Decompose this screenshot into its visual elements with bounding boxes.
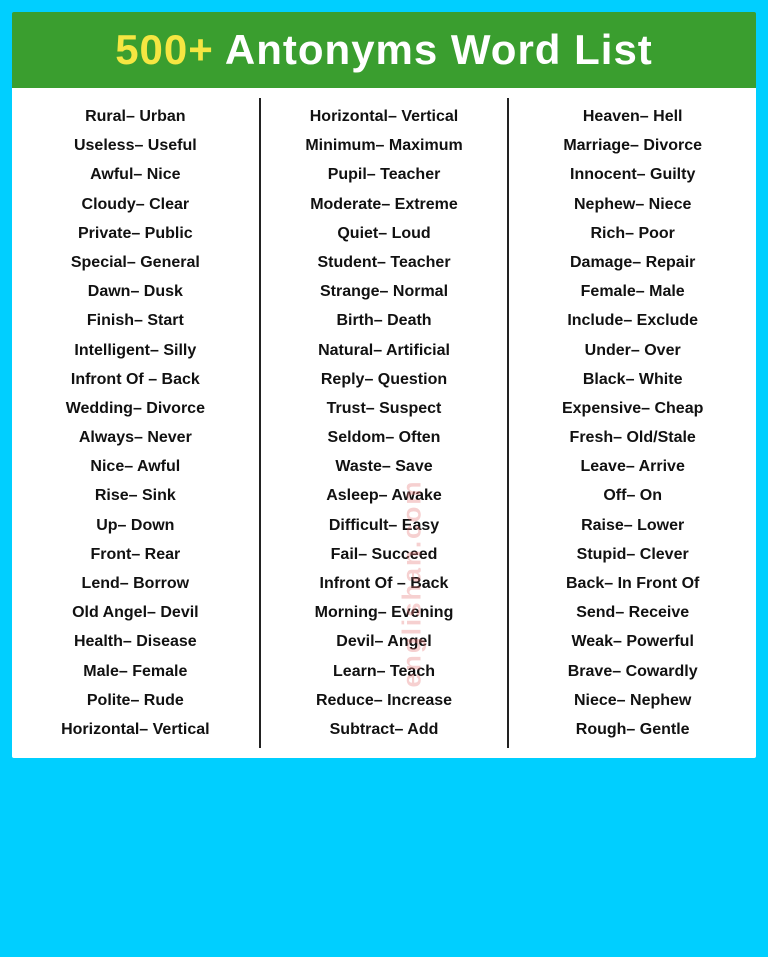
word-pair: Intelligent– Silly [74,336,196,365]
word-pair: Trust– Suspect [327,394,442,423]
word-pair: Infront Of – Back [320,569,449,598]
word-pair: Marriage– Divorce [563,131,702,160]
word-pair: Fresh– Old/Stale [570,423,696,452]
word-pair: Horizontal– Vertical [310,102,459,131]
word-pair: Difficult– Easy [329,511,439,540]
content-area: Rural– UrbanUseless– UsefulAwful– NiceCl… [12,88,756,758]
word-pair: Reply– Question [321,365,447,394]
word-pair: Morning– Evening [315,598,454,627]
word-pair: Infront Of – Back [71,365,200,394]
word-pair: Quiet– Loud [337,219,430,248]
page-title: 500+ Antonyms Word List [22,26,746,74]
word-pair: Nephew– Niece [574,190,691,219]
word-pair: Asleep– Awake [326,481,442,510]
word-pair: Dawn– Dusk [88,277,183,306]
word-pair: Send– Receive [576,598,689,627]
word-pair: Expensive– Cheap [562,394,703,423]
word-pair: Niece– Nephew [574,686,691,715]
word-pair: Strange– Normal [320,277,448,306]
column-3: Heaven– HellMarriage– DivorceInnocent– G… [509,98,756,748]
word-pair: Rural– Urban [85,102,185,131]
word-pair: Seldom– Often [328,423,441,452]
word-pair: Polite– Rude [87,686,184,715]
word-pair: Special– General [71,248,200,277]
word-pair: Include– Exclude [567,306,698,335]
word-pair: Horizontal– Vertical [61,715,210,744]
word-pair: Finish– Start [87,306,184,335]
word-pair: Brave– Cowardly [568,657,698,686]
word-pair: Stupid– Clever [577,540,689,569]
word-pair: Reduce– Increase [316,686,452,715]
word-pair: Leave– Arrive [580,452,684,481]
word-pair: Damage– Repair [570,248,695,277]
word-pair: Old Angel– Devil [72,598,199,627]
word-pair: Awful– Nice [90,160,180,189]
word-pair: Subtract– Add [330,715,439,744]
word-pair: Cloudy– Clear [82,190,190,219]
word-pair: Up– Down [96,511,174,540]
word-pair: Lend– Borrow [82,569,190,598]
column-2: Horizontal– VerticalMinimum– MaximumPupi… [261,98,510,748]
word-pair: Useless– Useful [74,131,197,160]
word-pair: Fail– Succeed [331,540,438,569]
word-pair: Birth– Death [336,306,431,335]
word-pair: Health– Disease [74,627,197,656]
word-pair: Moderate– Extreme [310,190,458,219]
word-pair: Black– White [583,365,683,394]
word-pair: Waste– Save [335,452,432,481]
word-pair: Minimum– Maximum [305,131,462,160]
word-pair: Back– In Front Of [566,569,699,598]
title-rest: Antonyms Word List [214,26,653,73]
content-wrapper: Rural– UrbanUseless– UsefulAwful– NiceCl… [12,88,756,758]
word-pair: Pupil– Teacher [328,160,441,189]
word-pair: Nice– Awful [90,452,180,481]
word-pair: Rich– Poor [590,219,674,248]
word-pair: Weak– Powerful [571,627,693,656]
outer-container: 500+ Antonyms Word List Rural– UrbanUsel… [8,8,760,762]
word-pair: Heaven– Hell [583,102,683,131]
word-pair: Natural– Artificial [318,336,450,365]
word-pair: Rough– Gentle [576,715,690,744]
word-pair: Raise– Lower [581,511,684,540]
word-pair: Private– Public [78,219,193,248]
column-1: Rural– UrbanUseless– UsefulAwful– NiceCl… [12,98,261,748]
word-pair: Under– Over [585,336,681,365]
word-pair: Devil– Angel [336,627,431,656]
word-pair: Always– Never [79,423,192,452]
page-header: 500+ Antonyms Word List [12,12,756,88]
word-pair: Learn– Teach [333,657,435,686]
word-pair: Front– Rear [90,540,180,569]
word-pair: Female– Male [581,277,685,306]
word-pair: Innocent– Guilty [570,160,695,189]
title-highlight: 500+ [115,26,214,73]
word-pair: Student– Teacher [317,248,450,277]
word-pair: Off– On [603,481,662,510]
word-pair: Rise– Sink [95,481,176,510]
word-pair: Wedding– Divorce [66,394,205,423]
word-pair: Male– Female [83,657,187,686]
